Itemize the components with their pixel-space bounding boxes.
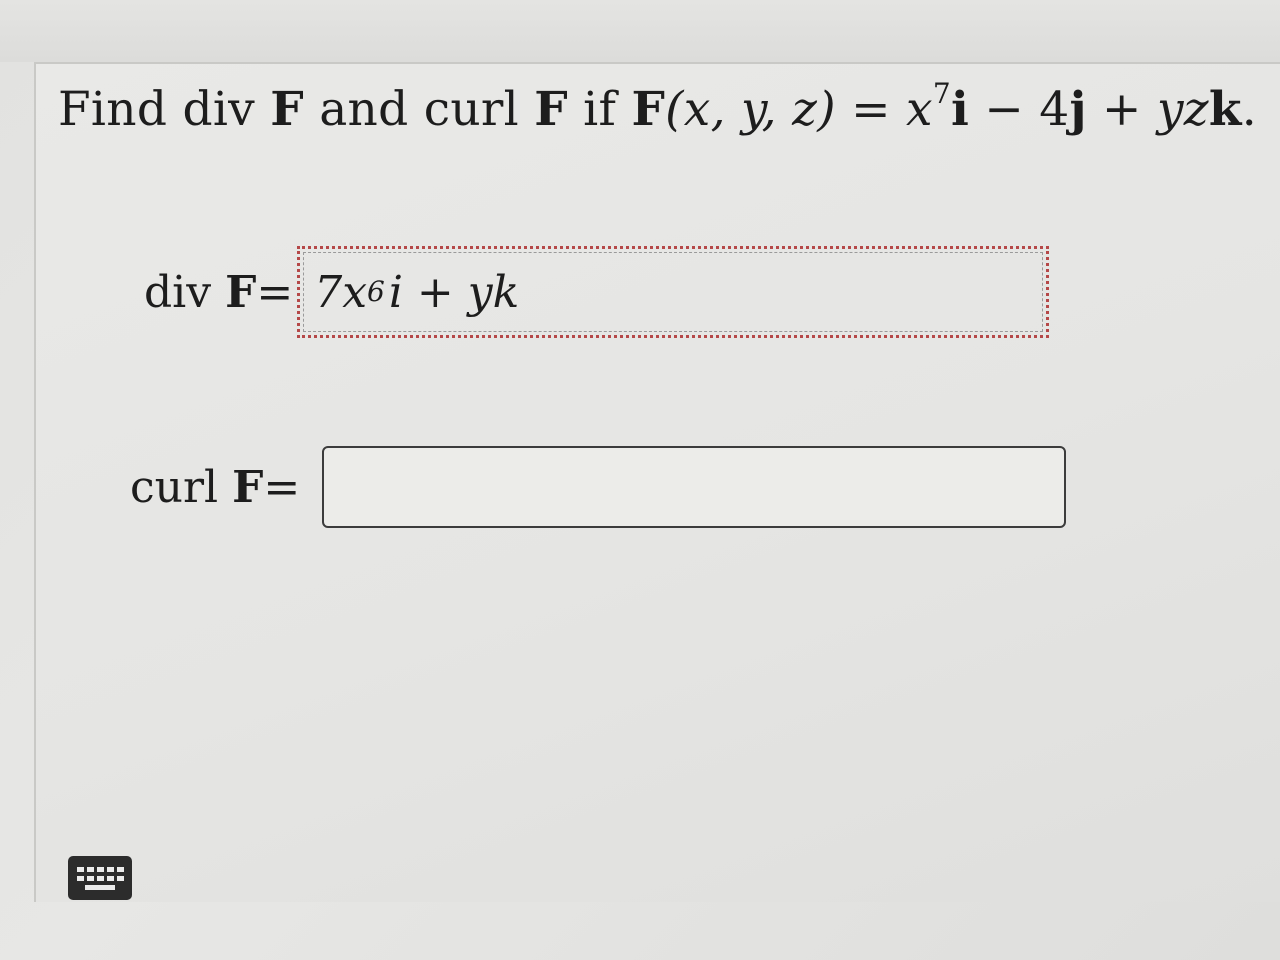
- question-find-text: Find div: [58, 82, 256, 137]
- div-label: div F=: [144, 266, 294, 318]
- div-answer-input[interactable]: 7x 6 i + yk: [297, 246, 1050, 338]
- question-k-unit: k: [1208, 82, 1242, 137]
- question-equals: =: [835, 82, 907, 137]
- question-exponent: 7: [932, 77, 951, 110]
- question-panel: Find div F and curl F if F(x, y, z) = x7…: [34, 62, 1280, 902]
- question-minus-4: − 4: [969, 82, 1070, 137]
- question-text: Find div F and curl F if F(x, y, z) = x7…: [58, 80, 1257, 138]
- keyboard-icon[interactable]: [68, 856, 132, 900]
- curl-row: curl F=: [130, 446, 1067, 528]
- question-x-term: x: [906, 82, 933, 137]
- question-j-unit: j: [1069, 82, 1087, 137]
- question-period: .: [1241, 82, 1257, 137]
- div-row: div F= 7x 6 i + yk: [144, 246, 1050, 338]
- page-top-edge: [0, 0, 1280, 62]
- div-answer-rest: i + yk: [388, 266, 520, 318]
- question-if-text: if: [583, 82, 617, 137]
- question-plus-yz: + yz: [1086, 82, 1209, 137]
- question-F-bold: F: [270, 82, 304, 137]
- curl-answer-input[interactable]: [322, 446, 1067, 528]
- div-answer-base: 7x: [314, 266, 368, 318]
- question-F-bold: F: [631, 82, 666, 137]
- question-args: (x, y, z): [665, 82, 836, 137]
- question-and-curl-text: and curl: [319, 82, 519, 137]
- curl-label: curl F=: [130, 461, 301, 513]
- question-F-bold: F: [534, 82, 568, 137]
- question-i-unit: i: [950, 82, 970, 137]
